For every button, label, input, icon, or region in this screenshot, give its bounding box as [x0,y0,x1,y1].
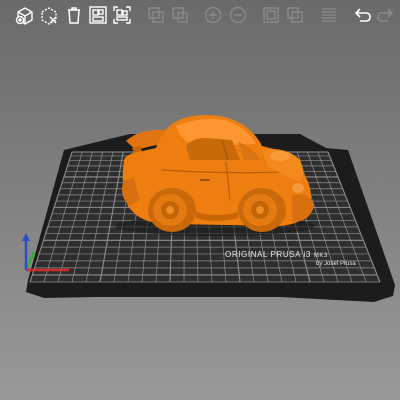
axis-z-arrow [22,233,30,241]
plus-circle-icon [205,6,222,24]
undo-button[interactable] [351,4,372,26]
minus-circle-icon [229,6,246,24]
cube-plus-icon [15,7,33,25]
rear-wheel [148,188,196,232]
split-objects-icon [263,7,279,23]
top-toolbar [0,0,400,30]
remove-instance-button[interactable] [227,4,248,26]
3d-viewport[interactable]: ORIGINAL PRUSA i3 MK3 by Josef Prusa [0,0,400,400]
add-object-button[interactable] [14,4,35,26]
layers-editing-button[interactable] [318,4,339,26]
copy-icon [147,7,164,23]
delete-all-button[interactable] [63,4,84,26]
redo-button[interactable] [376,4,397,26]
side-window [186,138,240,160]
paste-icon [172,7,188,23]
trash-icon [67,7,80,24]
bed-sublabel: by Josef Prusa [316,261,356,267]
bed-label: ORIGINAL PRUSA i3 MK3 [225,250,328,259]
copy-button[interactable] [145,4,166,26]
arrange-selection-button[interactable] [112,4,133,26]
cube-x-icon [41,7,57,25]
arrange-icon [89,6,107,24]
arrange-button[interactable] [87,4,108,26]
layers-icon [321,8,336,22]
car-model[interactable] [115,115,315,236]
split-parts-icon [287,7,304,23]
undo-icon [354,8,371,22]
split-objects-button[interactable] [260,4,281,26]
add-instance-button[interactable] [203,4,224,26]
redo-icon [377,8,394,22]
front-wheel [238,188,286,232]
paste-button[interactable] [169,4,190,26]
split-parts-button[interactable] [285,4,306,26]
delete-button[interactable] [38,4,59,26]
arrange-selection-icon [113,6,132,24]
